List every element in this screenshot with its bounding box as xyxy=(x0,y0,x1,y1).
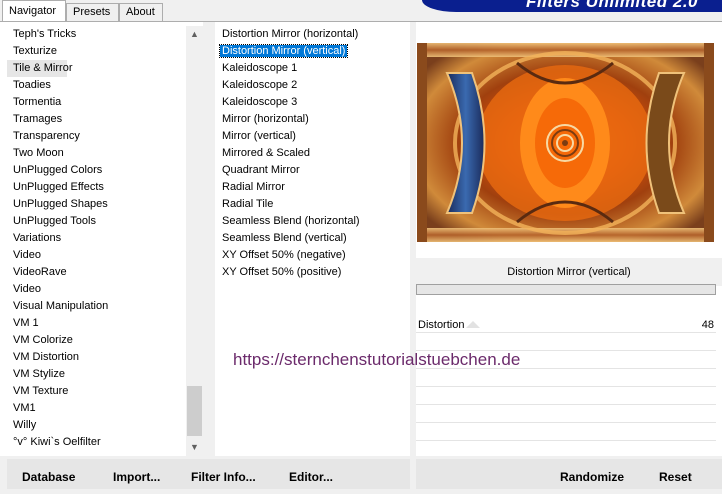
parameter-row-empty[interactable] xyxy=(416,334,716,351)
category-item[interactable]: VM 1 xyxy=(7,315,203,332)
reset-button[interactable]: Reset xyxy=(659,470,692,484)
category-item[interactable]: Transparency xyxy=(7,128,203,145)
category-item[interactable]: Teph's Tricks xyxy=(7,26,203,43)
category-item[interactable]: Willy xyxy=(7,417,203,434)
editor-button[interactable]: Editor... xyxy=(289,470,333,484)
filter-item[interactable]: Mirrored & Scaled xyxy=(215,145,410,162)
category-item[interactable]: Tormentia xyxy=(7,94,203,111)
filter-item[interactable]: Quadrant Mirror xyxy=(215,162,410,179)
filter-label: Kaleidoscope 2 xyxy=(222,79,298,91)
category-item-selected[interactable]: Tile & Mirror xyxy=(7,60,72,77)
category-item[interactable]: VM Distortion xyxy=(7,349,203,366)
watermark-url: https://sternchenstutorialstuebchen.de xyxy=(233,350,521,369)
filter-item[interactable]: Mirror (horizontal) xyxy=(215,111,410,128)
randomize-button[interactable]: Randomize xyxy=(560,470,624,484)
category-item[interactable]: VM Texture xyxy=(7,383,203,400)
category-item[interactable]: Visual Manipulation xyxy=(7,298,203,315)
filter-label: Kaleidoscope 1 xyxy=(222,62,298,74)
filter-item[interactable]: Radial Mirror xyxy=(215,179,410,196)
category-item[interactable]: Toadies xyxy=(7,77,203,94)
filter-label: Kaleidoscope 3 xyxy=(222,96,298,108)
database-button[interactable]: Database xyxy=(22,470,75,484)
filter-item[interactable]: Mirror (vertical) xyxy=(215,128,410,145)
category-item[interactable]: Video xyxy=(7,247,203,264)
parameter-row-empty[interactable] xyxy=(416,370,716,387)
filter-label: Radial Mirror xyxy=(222,181,285,193)
filter-info-button[interactable]: Filter Info... xyxy=(191,470,256,484)
panel-divider xyxy=(203,22,215,462)
category-item[interactable]: Two Moon xyxy=(7,145,203,162)
filter-label: XY Offset 50% (negative) xyxy=(222,249,346,261)
category-item[interactable]: UnPlugged Colors xyxy=(7,162,203,179)
tab-about[interactable]: About xyxy=(119,3,163,21)
category-item[interactable]: UnPlugged Effects xyxy=(7,179,203,196)
filter-label: Mirror (vertical) xyxy=(222,130,296,142)
filter-item[interactable]: Kaleidoscope 2 xyxy=(215,77,410,94)
filter-item[interactable]: XY Offset 50% (negative) xyxy=(215,247,410,264)
up-arrow-icon[interactable]: ▲ xyxy=(186,26,203,43)
import-button[interactable]: Import... xyxy=(113,470,160,484)
preview-panel xyxy=(416,26,722,256)
category-item[interactable]: UnPlugged Shapes xyxy=(7,196,203,213)
category-item[interactable]: VM1 xyxy=(7,400,203,417)
category-item[interactable]: Texturize xyxy=(7,43,203,60)
filter-label: Distortion Mirror (vertical) xyxy=(218,44,349,58)
parameter-panel: Distortion 48 xyxy=(416,296,722,459)
category-list[interactable]: Teph's Tricks Texturize Tile & Mirror To… xyxy=(7,26,203,456)
filter-item[interactable]: Radial Tile xyxy=(215,196,410,213)
filter-item[interactable]: Distortion Mirror (horizontal) xyxy=(215,26,410,43)
category-item[interactable]: Video xyxy=(7,281,203,298)
selected-filter-title: Distortion Mirror (vertical) xyxy=(416,258,722,286)
parameter-row-empty[interactable] xyxy=(416,424,716,441)
preview-image xyxy=(417,43,714,242)
app-banner: Filters Unlimited 2.0 xyxy=(422,0,722,12)
right-button-group: Randomize Reset xyxy=(416,459,722,489)
parameter-row-empty[interactable] xyxy=(416,388,716,405)
parameter-label: Distortion xyxy=(418,319,465,331)
filter-label: XY Offset 50% (positive) xyxy=(222,266,342,278)
category-item[interactable]: VideoRave xyxy=(7,264,203,281)
filter-label: Radial Tile xyxy=(222,198,274,210)
filter-list[interactable]: Distortion Mirror (horizontal) Distortio… xyxy=(215,26,410,456)
category-item[interactable]: UnPlugged Tools xyxy=(7,213,203,230)
filter-item[interactable]: Seamless Blend (vertical) xyxy=(215,230,410,247)
banner-title: Filters Unlimited 2.0 xyxy=(525,0,698,11)
filter-label: Seamless Blend (vertical) xyxy=(222,232,347,244)
left-button-group: Database Import... Filter Info... Editor… xyxy=(7,459,410,489)
filter-label: Mirror (horizontal) xyxy=(222,113,309,125)
filter-label: Quadrant Mirror xyxy=(222,164,300,176)
filter-label: Mirrored & Scaled xyxy=(222,147,311,159)
filter-item[interactable]: Kaleidoscope 1 xyxy=(215,60,410,77)
scrollbar-thumb[interactable] xyxy=(187,386,202,436)
filter-item-selected[interactable]: Distortion Mirror (vertical) xyxy=(215,43,410,60)
preview-artwork xyxy=(417,43,714,242)
category-item[interactable]: VM Colorize xyxy=(7,332,203,349)
category-scrollbar[interactable]: ▲ ▼ xyxy=(186,26,203,456)
category-item[interactable]: VM Stylize xyxy=(7,366,203,383)
down-arrow-icon[interactable]: ▼ xyxy=(186,439,203,456)
parameter-value: 48 xyxy=(701,319,714,331)
category-item[interactable]: °v° Kiwi`s Oelfilter xyxy=(7,434,203,451)
category-item[interactable]: Variations xyxy=(7,230,203,247)
slider-thumb-icon[interactable] xyxy=(466,321,480,328)
parameter-row-empty[interactable] xyxy=(416,406,716,423)
filter-item[interactable]: XY Offset 50% (positive) xyxy=(215,264,410,281)
filter-item[interactable]: Seamless Blend (horizontal) xyxy=(215,213,410,230)
filter-label: Distortion Mirror (horizontal) xyxy=(222,28,359,40)
tab-navigator[interactable]: Navigator xyxy=(2,0,66,21)
filter-label: Seamless Blend (horizontal) xyxy=(222,215,360,227)
category-item[interactable]: Tramages xyxy=(7,111,203,128)
parameter-row[interactable]: Distortion 48 xyxy=(416,316,716,333)
button-bar: Database Import... Filter Info... Editor… xyxy=(0,456,722,494)
progress-bar xyxy=(416,284,716,295)
filter-item[interactable]: Kaleidoscope 3 xyxy=(215,94,410,111)
tab-presets[interactable]: Presets xyxy=(66,3,119,21)
